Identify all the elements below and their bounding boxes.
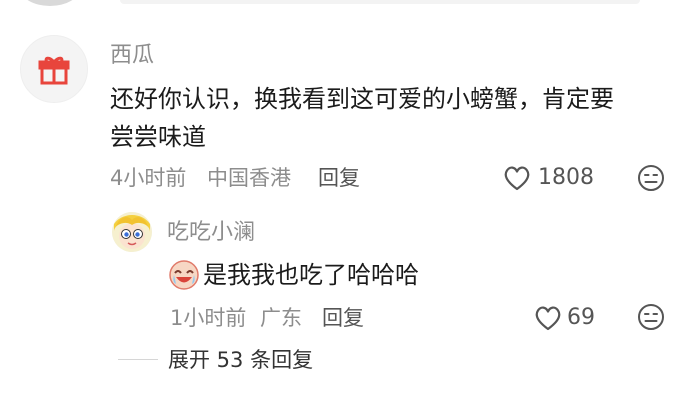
previous-comment-divider	[120, 0, 640, 4]
comment-time: 4小时前	[110, 166, 187, 190]
comment-reply-button[interactable]: 回复	[318, 164, 360, 192]
reply-text: 是我我也吃了哈哈哈	[203, 261, 419, 289]
heart-icon	[535, 306, 561, 331]
reply-time: 1小时前	[170, 306, 247, 330]
comment-dislike-button[interactable]	[636, 163, 666, 197]
reply-reply-button[interactable]: 回复	[322, 304, 364, 332]
comment-text-line1: 还好你认识，换我看到这可爱的小螃蟹，肯定要	[110, 85, 614, 113]
comment-username[interactable]: 西瓜	[110, 42, 154, 70]
laughing-crying-emoji-icon	[169, 260, 199, 290]
avatar[interactable]	[20, 35, 88, 103]
reply-username[interactable]: 吃吃小澜	[167, 219, 255, 247]
comment-like-button[interactable]: 1808	[502, 164, 594, 192]
neutral-face-icon	[638, 165, 664, 191]
heart-icon	[504, 166, 530, 191]
reply-content: 是我我也吃了哈哈哈	[167, 256, 419, 294]
previous-comment-avatar	[20, 0, 80, 6]
reply-dislike-button[interactable]	[636, 302, 666, 336]
reply-avatar[interactable]	[112, 212, 152, 252]
reply-like-count: 69	[567, 305, 595, 330]
comment-like-count: 1808	[538, 165, 594, 190]
reply-like-button[interactable]: 69	[533, 304, 595, 332]
expand-divider	[118, 359, 158, 360]
comment-text-line2: 尝尝味道	[110, 123, 206, 151]
gift-icon	[38, 56, 70, 85]
neutral-face-icon	[638, 304, 664, 330]
expand-replies-button[interactable]: 展开 53 条回复	[168, 346, 313, 374]
cartoon-girl-icon	[112, 212, 152, 252]
reply-location: 广东	[260, 306, 302, 330]
comment-location: 中国香港	[207, 166, 291, 190]
